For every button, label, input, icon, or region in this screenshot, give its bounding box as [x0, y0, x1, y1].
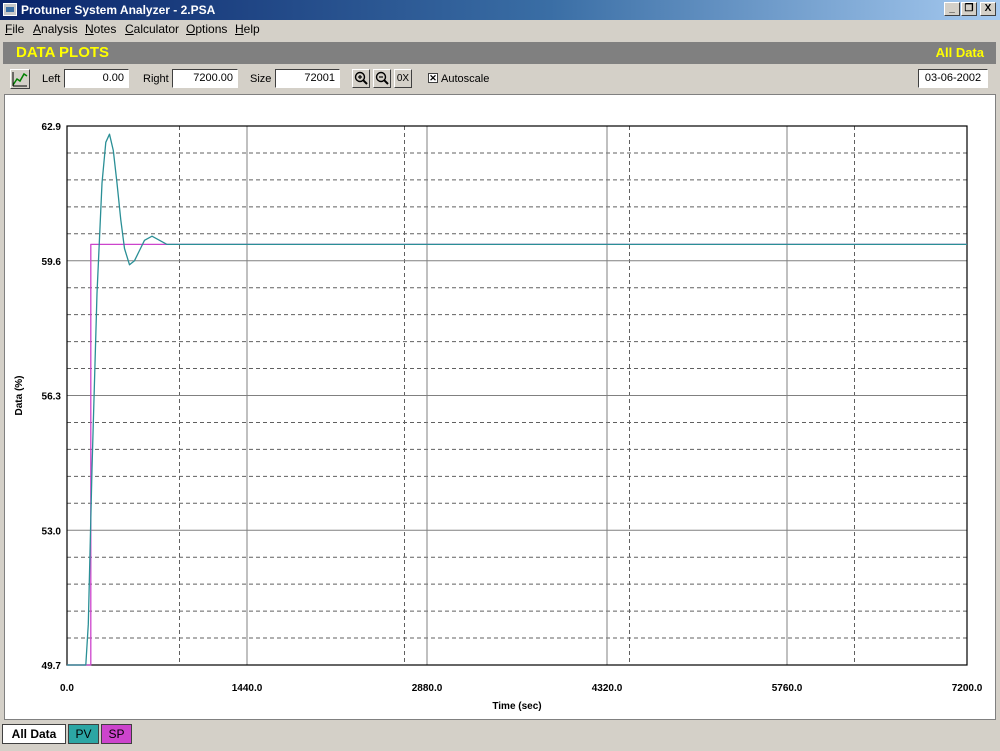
menu-notes[interactable]: Notes: [85, 22, 116, 36]
menu-help[interactable]: Help: [235, 22, 260, 36]
menu-calculator[interactable]: Calculator: [125, 22, 179, 36]
data-plot-chart[interactable]: 0.0 1440.0 2880.0 4320.0 5760.0 7200.0 49.7 53.…: [5, 95, 995, 719]
y-tick-label: 49.7: [42, 661, 62, 672]
x-axis-label: Time (sec): [492, 701, 541, 712]
x-tick-label: 4320.0: [592, 683, 623, 694]
title-bar: Protuner System Analyzer - 2.PSA _ ❐ X: [0, 0, 1000, 20]
menu-analysis[interactable]: Analysis: [33, 22, 78, 36]
x-tick-label: 2880.0: [412, 683, 443, 694]
series-line-sp: [67, 243, 967, 666]
chart-glyph-icon: [12, 72, 28, 87]
right-label: Right: [143, 73, 169, 85]
menu-bar: File Analysis Notes Calculator Options H…: [0, 20, 1000, 38]
series-tabs: All Data PV SP: [0, 722, 1000, 751]
zoom-out-button[interactable]: [373, 69, 391, 88]
menu-options[interactable]: Options: [186, 22, 227, 36]
page-title: DATA PLOTS: [16, 44, 110, 61]
y-tick-label: 59.6: [42, 257, 62, 268]
tab-pv[interactable]: PV: [68, 724, 99, 744]
x-tick-label: 1440.0: [232, 683, 263, 694]
restore-button[interactable]: ❐: [961, 2, 977, 16]
app-icon: [3, 3, 17, 16]
zero-x-button[interactable]: 0X: [394, 69, 412, 88]
menu-file[interactable]: File: [5, 22, 24, 36]
y-tick-label: 56.3: [42, 392, 62, 403]
tab-sp[interactable]: SP: [101, 724, 132, 744]
right-input[interactable]: 7200.00: [172, 69, 238, 88]
minimize-button[interactable]: _: [944, 2, 960, 16]
y-axis-label: Data (%): [14, 375, 25, 415]
chart-icon[interactable]: [10, 69, 30, 89]
zoom-in-icon: [354, 71, 368, 85]
section-header: DATA PLOTS All Data: [3, 42, 996, 64]
x-tick-label: 5760.0: [772, 683, 803, 694]
size-label: Size: [250, 73, 272, 85]
y-tick-label: 62.9: [42, 122, 62, 133]
plot-frame: 0.0 1440.0 2880.0 4320.0 5760.0 7200.0 49.7 53.…: [4, 94, 996, 720]
date-field: 03-06-2002: [918, 69, 988, 88]
window-title: Protuner System Analyzer - 2.PSA: [21, 3, 216, 17]
data-scope-label: All Data: [935, 45, 984, 60]
x-tick-label: 0.0: [60, 683, 74, 694]
left-input[interactable]: 0.00: [64, 69, 129, 88]
close-button[interactable]: X: [980, 2, 996, 16]
left-label: Left: [42, 73, 61, 85]
autoscale-checkbox[interactable]: ✕: [428, 73, 438, 83]
autoscale-label: Autoscale: [441, 73, 490, 85]
zoom-out-icon: [375, 71, 389, 85]
x-tick-label: 7200.0: [952, 683, 983, 694]
toolbar: Left 0.00 Right 7200.00 Size 72001 0X ✕ …: [0, 66, 1000, 92]
size-input[interactable]: 72001: [275, 69, 340, 88]
series-line-pv: [67, 133, 967, 666]
tab-all-data[interactable]: All Data: [2, 724, 66, 744]
y-tick-label: 53.0: [42, 526, 62, 537]
zoom-in-button[interactable]: [352, 69, 370, 88]
